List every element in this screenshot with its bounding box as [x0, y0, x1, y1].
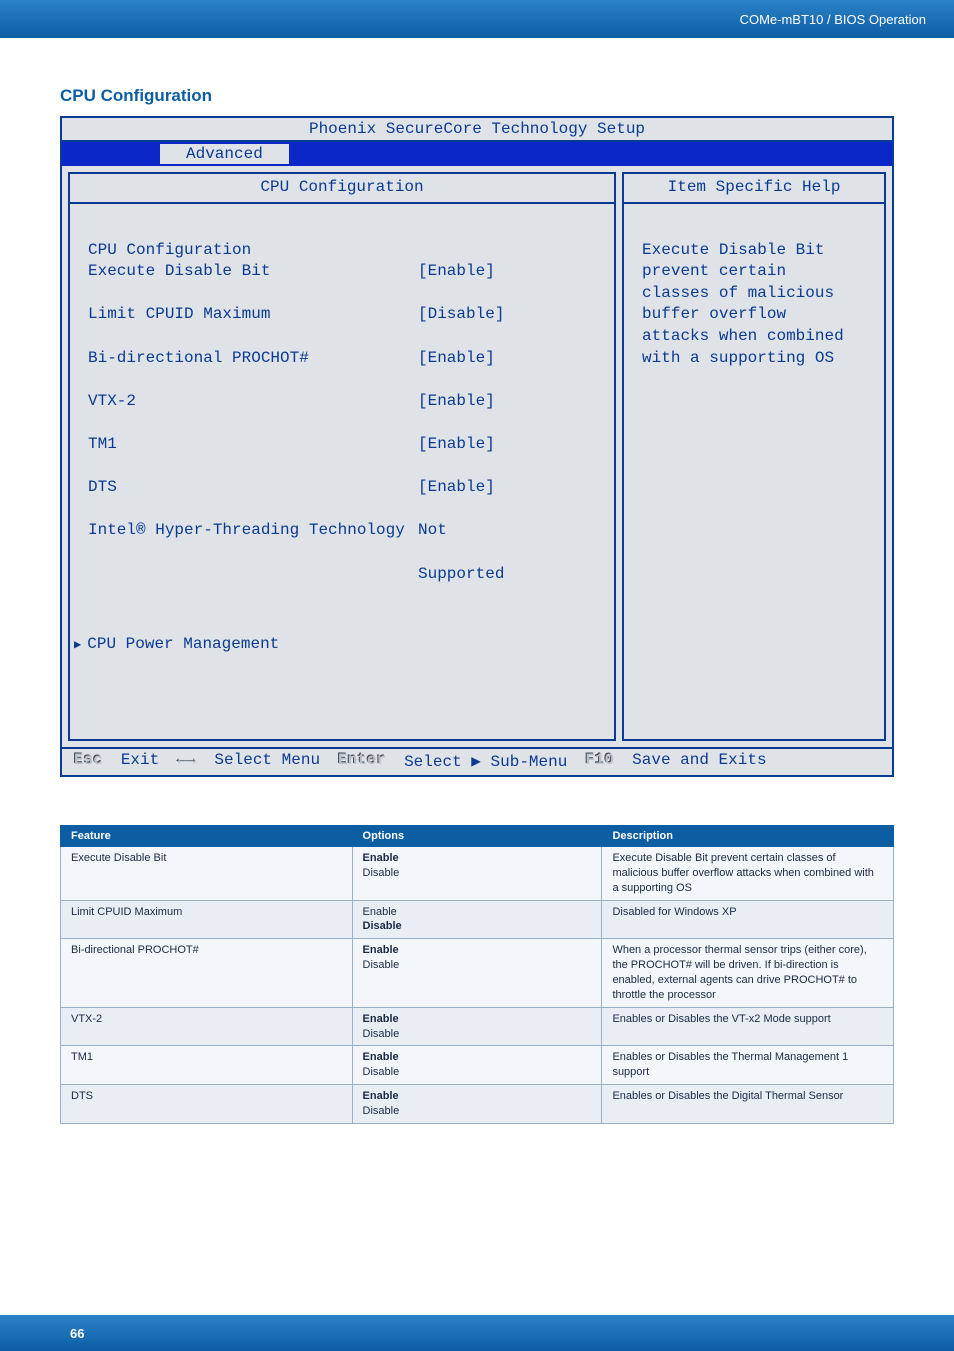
bios-foot-selectsub: Select ▶ Sub-Menu	[404, 751, 567, 771]
bios-item-value: Supported	[418, 564, 504, 586]
cell-description: Disabled for Windows XP	[602, 900, 894, 939]
cell-feature: DTS	[61, 1085, 353, 1124]
feature-table: Feature Options Description Execute Disa…	[60, 825, 894, 1124]
bios-item-label: Bi-directional PROCHOT#	[88, 348, 418, 370]
table-row: Limit CPUID Maximum EnableDisable Disabl…	[61, 900, 894, 939]
bios-help-line: buffer overflow	[642, 305, 786, 323]
page-number: 66	[70, 1326, 84, 1341]
cell-options: EnableDisable	[352, 1007, 602, 1046]
bios-help-body: Execute Disable Bit prevent certain clas…	[624, 204, 884, 544]
bios-tab-bar: Advanced	[62, 142, 892, 166]
bios-key-arrows: ←→	[177, 751, 196, 771]
bios-item-value: Not	[418, 520, 447, 542]
cell-options: EnableDisable	[352, 1085, 602, 1124]
bios-key-f10: F10	[585, 751, 614, 771]
bios-item-label: DTS	[88, 477, 418, 499]
bios-help-line: classes of malicious	[642, 284, 834, 302]
cell-options: EnableDisable	[352, 1046, 602, 1085]
bios-item-label: VTX-2	[88, 391, 418, 413]
cell-feature: Execute Disable Bit	[61, 847, 353, 901]
bios-left-panel: CPU Configuration CPU Configuration Exec…	[68, 172, 616, 741]
cell-options: EnableDisable	[352, 939, 602, 1007]
bios-menu-heading: CPU Configuration	[88, 241, 251, 259]
col-description: Description	[602, 826, 894, 847]
col-options: Options	[352, 826, 602, 847]
page-footer: 66	[0, 1315, 954, 1351]
chevron-right-icon	[74, 635, 87, 653]
bios-key-esc: Esc	[74, 751, 103, 771]
bios-tab-advanced: Advanced	[160, 144, 289, 164]
table-row: TM1 EnableDisable Enables or Disables th…	[61, 1046, 894, 1085]
bios-footer: Esc Exit ←→ Select Menu Enter Select ▶ S…	[62, 747, 892, 775]
bios-right-heading: Item Specific Help	[624, 174, 884, 204]
bios-key-enter: Enter	[338, 751, 386, 771]
table-row: VTX-2 EnableDisable Enables or Disables …	[61, 1007, 894, 1046]
breadcrumb: COMe-mBT10 / BIOS Operation	[740, 12, 926, 27]
bios-right-panel: Item Specific Help Execute Disable Bit p…	[622, 172, 886, 741]
bios-item-value: [Enable]	[418, 434, 495, 456]
table-row: DTS EnableDisable Enables or Disables th…	[61, 1085, 894, 1124]
cell-options: EnableDisable	[352, 900, 602, 939]
bios-blank-label	[88, 564, 418, 586]
cell-feature: VTX-2	[61, 1007, 353, 1046]
cell-description: Enables or Disables the Digital Thermal …	[602, 1085, 894, 1124]
section-title: CPU Configuration	[60, 86, 894, 106]
cell-feature: TM1	[61, 1046, 353, 1085]
bios-screenshot: Phoenix SecureCore Technology Setup Adva…	[60, 116, 894, 777]
bios-item-label: Limit CPUID Maximum	[88, 304, 418, 326]
bios-item-value: [Disable]	[418, 304, 504, 326]
page-header: COMe-mBT10 / BIOS Operation	[0, 0, 954, 38]
bios-foot-save: Save and Exits	[632, 751, 766, 771]
cell-description: Enables or Disables the Thermal Manageme…	[602, 1046, 894, 1085]
col-feature: Feature	[61, 826, 353, 847]
cell-description: Enables or Disables the VT-x2 Mode suppo…	[602, 1007, 894, 1046]
bios-left-heading: CPU Configuration	[70, 174, 614, 204]
bios-item-value: [Enable]	[418, 391, 495, 413]
bios-foot-exit: Exit	[121, 751, 159, 771]
bios-item-value: [Enable]	[418, 477, 495, 499]
cell-feature: Bi-directional PROCHOT#	[61, 939, 353, 1007]
table-row: Execute Disable Bit EnableDisable Execut…	[61, 847, 894, 901]
bios-item-value: [Enable]	[418, 261, 495, 283]
cell-feature: Limit CPUID Maximum	[61, 900, 353, 939]
bios-foot-selectmenu: Select Menu	[214, 751, 320, 771]
bios-help-line: Execute Disable Bit	[642, 241, 824, 259]
bios-item-label: Intel® Hyper-Threading Technology	[88, 520, 418, 542]
bios-title: Phoenix SecureCore Technology Setup	[62, 118, 892, 142]
table-row: Bi-directional PROCHOT# EnableDisable Wh…	[61, 939, 894, 1007]
bios-item-value: [Enable]	[418, 348, 495, 370]
cell-description: When a processor thermal sensor trips (e…	[602, 939, 894, 1007]
bios-item-label: Execute Disable Bit	[88, 261, 418, 283]
cell-description: Execute Disable Bit prevent certain clas…	[602, 847, 894, 901]
bios-item-label: TM1	[88, 434, 418, 456]
bios-menu-body: CPU Configuration Execute Disable Bit[En…	[70, 204, 614, 739]
bios-help-line: with a supporting OS	[642, 349, 834, 367]
bios-help-line: prevent certain	[642, 262, 786, 280]
bios-help-line: attacks when combined	[642, 327, 844, 345]
cell-options: EnableDisable	[352, 847, 602, 901]
bios-submenu: CPU Power Management	[87, 635, 279, 653]
